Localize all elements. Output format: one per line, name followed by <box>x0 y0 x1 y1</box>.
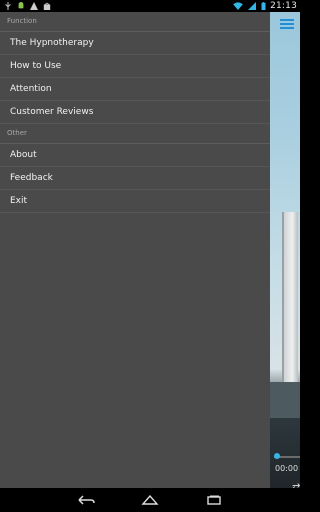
navigation-drawer: Function The Hypnotherapy How to Use Att… <box>0 12 270 488</box>
usb-icon <box>5 2 11 10</box>
status-bar: 21:13 <box>0 0 300 12</box>
section-header-other: Other <box>0 124 270 144</box>
background-image <box>282 212 298 382</box>
bag-icon <box>43 2 51 10</box>
menu-item-how-to-use[interactable]: How to Use <box>0 55 270 78</box>
menu-item-exit[interactable]: Exit <box>0 190 270 213</box>
seek-thumb[interactable] <box>274 453 280 459</box>
warning-icon <box>30 2 38 10</box>
menu-item-the-hypnotherapy[interactable]: The Hypnotherapy <box>0 32 270 55</box>
home-button[interactable] <box>130 488 170 512</box>
home-icon <box>141 495 159 505</box>
recent-apps-icon <box>207 495 221 505</box>
back-icon <box>78 495 95 505</box>
clock: 21:13 <box>270 1 297 11</box>
navigation-bar <box>0 488 300 512</box>
menu-item-feedback[interactable]: Feedback <box>0 167 270 190</box>
hamburger-icon[interactable] <box>280 19 294 31</box>
signal-icon <box>248 2 257 10</box>
recent-apps-button[interactable] <box>194 488 234 512</box>
player-time: 00:00 <box>275 464 299 473</box>
background-image-water <box>270 382 300 418</box>
menu-item-customer-reviews[interactable]: Customer Reviews <box>0 101 270 124</box>
back-button[interactable] <box>66 488 106 512</box>
battery-icon <box>261 2 266 10</box>
menu-item-about[interactable]: About <box>0 144 270 167</box>
screen: 00:00 ⇄ 21:13 Function The Hypnotherapy … <box>0 0 300 512</box>
menu-item-attention[interactable]: Attention <box>0 78 270 101</box>
wifi-icon <box>233 2 243 10</box>
section-header-function: Function <box>0 12 270 32</box>
android-icon <box>18 2 24 9</box>
